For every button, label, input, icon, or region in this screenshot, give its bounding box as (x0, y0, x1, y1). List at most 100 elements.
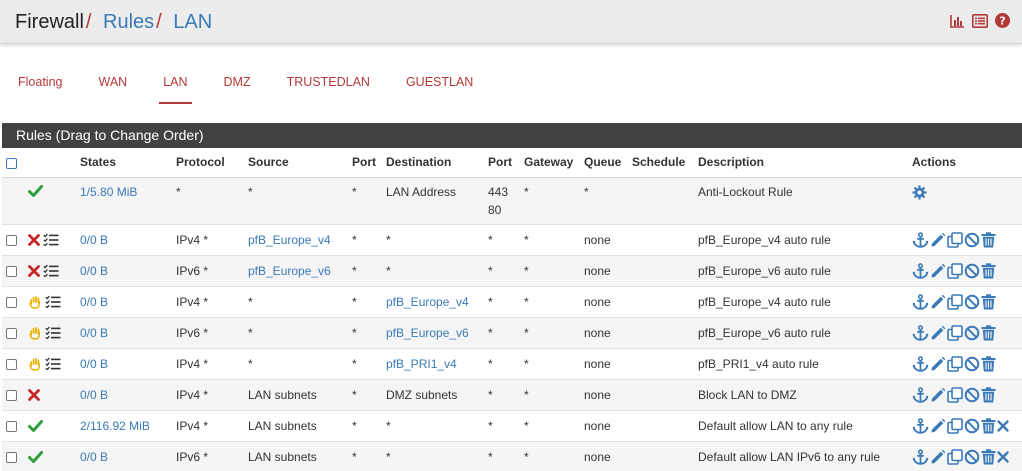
states-link[interactable]: 0/0 B (80, 295, 108, 309)
breadcrumb-lan[interactable]: LAN (173, 11, 212, 33)
states-link[interactable]: 0/0 B (80, 264, 108, 278)
rule-row[interactable]: 0/0 B IPv4 * pfB_Europe_v4 * * * * none pfB_Euro… (2, 224, 1022, 256)
destination-value[interactable]: pfB_Europe_v4 (386, 295, 469, 309)
tab-dmz[interactable]: DMZ (206, 60, 269, 104)
edit-pencil-icon[interactable] (930, 387, 946, 403)
queue-cell: none (580, 379, 628, 411)
rule-row[interactable]: 0/0 B IPv4 * LAN subnets * DMZ subnets * * none… (2, 379, 1022, 411)
help-icon[interactable]: ? (995, 13, 1010, 28)
states-link[interactable]: 0/0 B (80, 388, 108, 402)
disable-ban-icon[interactable] (964, 356, 980, 372)
rule-checkbox[interactable] (6, 389, 17, 401)
rule-row[interactable]: 0/0 B IPv4 * * * pfB_Europe_v4 * * none pfB_Euro… (2, 286, 1022, 318)
rule-checkbox[interactable] (6, 265, 17, 277)
anchor-icon[interactable] (912, 417, 929, 434)
states-link[interactable]: 2/116.92 MiB (80, 419, 150, 433)
tab-wan[interactable]: WAN (80, 60, 145, 104)
tab-trustedlan[interactable]: TRUSTEDLAN (269, 60, 388, 104)
states-link[interactable]: 0/0 B (80, 357, 108, 371)
copy-icon[interactable] (947, 231, 963, 248)
rule-checkbox[interactable] (6, 296, 17, 308)
protocol-cell: IPv4 * (172, 286, 244, 318)
tab-guestlan[interactable]: GUESTLAN (388, 60, 491, 104)
rule-row[interactable]: 0/0 B IPv4 * * * pfB_PRI1_v4 * * none pfB_PRI1_v… (2, 348, 1022, 380)
queue-cell: none (580, 255, 628, 287)
gear-icon[interactable] (912, 184, 927, 203)
copy-icon[interactable] (947, 293, 963, 310)
protocol-cell: * (172, 177, 244, 225)
description-cell: Block LAN to DMZ (694, 379, 908, 411)
rule-checkbox[interactable] (6, 420, 17, 432)
trash-icon[interactable] (981, 355, 996, 372)
trash-icon[interactable] (981, 231, 996, 248)
rule-checkbox[interactable] (6, 234, 17, 246)
anchor-icon[interactable] (912, 448, 929, 465)
states-link[interactable]: 0/0 B (80, 326, 108, 340)
rule-checkbox[interactable] (6, 358, 17, 370)
breadcrumb-rules[interactable]: Rules (103, 11, 154, 33)
source-value[interactable]: pfB_Europe_v6 (248, 264, 331, 278)
description-cell: Anti-Lockout Rule (694, 177, 908, 225)
trash-icon[interactable] (981, 386, 996, 403)
trash-icon[interactable] (981, 448, 996, 465)
description-cell: pfB_Europe_v6 auto rule (694, 255, 908, 287)
gateway-cell: * (520, 317, 580, 349)
anchor-icon[interactable] (912, 324, 929, 341)
trash-icon[interactable] (981, 417, 996, 434)
anchor-icon[interactable] (912, 231, 929, 248)
edit-pencil-icon[interactable] (930, 263, 946, 279)
edit-pencil-icon[interactable] (930, 356, 946, 372)
disable-ban-icon[interactable] (964, 232, 980, 248)
disable-ban-icon[interactable] (964, 449, 980, 465)
rule-row[interactable]: 2/116.92 MiB IPv4 * LAN subnets * * * * none Def… (2, 410, 1022, 442)
trash-icon[interactable] (981, 262, 996, 279)
copy-icon[interactable] (947, 386, 963, 403)
tab-lan[interactable]: LAN (145, 60, 205, 104)
edit-pencil-icon[interactable] (930, 418, 946, 434)
copy-icon[interactable] (947, 324, 963, 341)
copy-icon[interactable] (947, 448, 963, 465)
destination-value[interactable]: pfB_PRI1_v4 (386, 357, 457, 371)
gateway-cell: * (520, 379, 580, 411)
trash-icon[interactable] (981, 324, 996, 341)
anchor-icon[interactable] (912, 355, 929, 372)
delete-x-icon[interactable] (997, 450, 1009, 463)
destination-value[interactable]: pfB_Europe_v6 (386, 326, 469, 340)
anchor-icon[interactable] (912, 262, 929, 279)
source-port-cell: * (348, 348, 382, 380)
delete-x-icon[interactable] (997, 419, 1009, 432)
disable-ban-icon[interactable] (964, 325, 980, 341)
states-link[interactable]: 0/0 B (80, 450, 108, 464)
rule-row[interactable]: 0/0 B IPv6 * pfB_Europe_v6 * * * * none pfB_Euro… (2, 255, 1022, 287)
list-icon[interactable] (972, 13, 988, 28)
rule-row[interactable]: 0/0 B IPv6 * * * pfB_Europe_v6 * * none pfB_Euro… (2, 317, 1022, 349)
edit-pencil-icon[interactable] (930, 232, 946, 248)
trash-icon[interactable] (981, 293, 996, 310)
anchor-icon[interactable] (912, 386, 929, 403)
copy-icon[interactable] (947, 417, 963, 434)
edit-pencil-icon[interactable] (930, 449, 946, 465)
bar-chart-icon[interactable] (950, 14, 965, 28)
pass-check-icon (28, 419, 43, 432)
copy-icon[interactable] (947, 355, 963, 372)
source-value[interactable]: pfB_Europe_v4 (248, 233, 331, 247)
copy-icon[interactable] (947, 262, 963, 279)
edit-pencil-icon[interactable] (930, 294, 946, 310)
select-all-checkbox[interactable] (6, 157, 17, 169)
edit-pencil-icon[interactable] (930, 325, 946, 341)
queue-cell: none (580, 348, 628, 380)
rule-checkbox[interactable] (6, 451, 17, 463)
protocol-cell: IPv4 * (172, 224, 244, 256)
disable-ban-icon[interactable] (964, 263, 980, 279)
disable-ban-icon[interactable] (964, 418, 980, 434)
tab-floating[interactable]: Floating (0, 60, 80, 104)
destination-cell: LAN Address (382, 177, 484, 225)
description-cell: Default allow LAN to any rule (694, 410, 908, 442)
disable-ban-icon[interactable] (964, 294, 980, 310)
rule-checkbox[interactable] (6, 327, 17, 339)
states-link[interactable]: 0/0 B (80, 233, 108, 247)
disable-ban-icon[interactable] (964, 387, 980, 403)
rule-row[interactable]: 0/0 B IPv6 * LAN subnets * * * * none Default al… (2, 441, 1022, 471)
anchor-icon[interactable] (912, 293, 929, 310)
states-link[interactable]: 1/5.80 MiB (80, 185, 137, 199)
